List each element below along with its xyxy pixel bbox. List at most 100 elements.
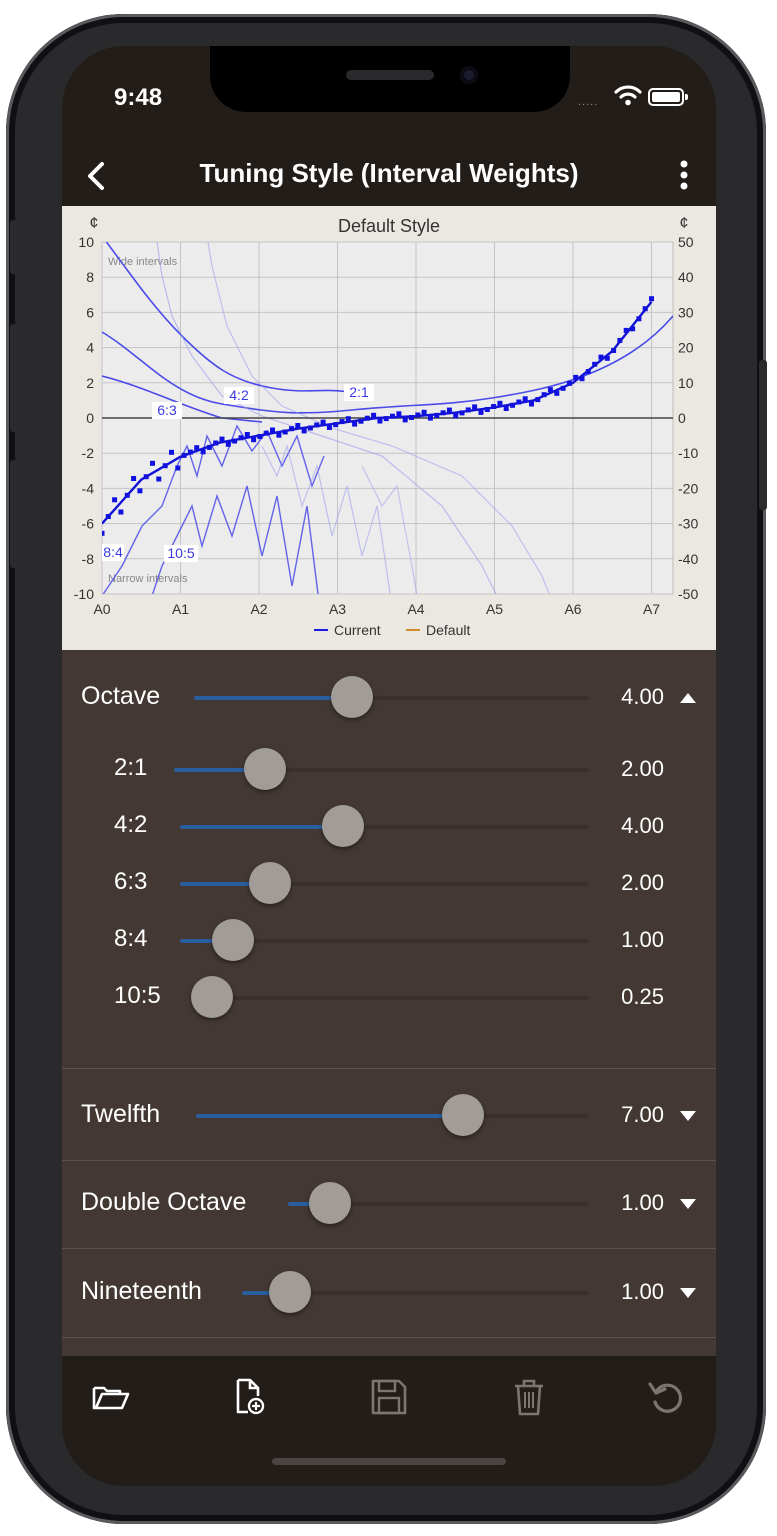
octave-sub-8-4-label: 8:4 [114,925,148,952]
octave-sub-10-5-value: 0.25 [621,984,664,1009]
octave-sub-8-4-row: 8:4 1.00 [62,909,716,969]
double-octave-label: Double Octave [81,1188,247,1216]
left-tick-label: -8 [82,551,95,567]
current-point [402,417,408,423]
status-time: 9:48 [114,84,163,111]
octave-row: Octave 4.00 [62,666,716,726]
nineteenth-value: 1.00 [621,1279,664,1304]
trash-icon[interactable] [508,1376,550,1418]
octave-sub-4-2-label: 4:2 [114,811,148,838]
chart-legend: Current Default [314,622,470,638]
twelfth-slider[interactable] [196,1114,588,1118]
svg-text:10:5: 10:5 [167,545,194,561]
new-file-icon[interactable] [228,1376,270,1418]
current-point [169,449,174,455]
nineteenth-expand-icon[interactable] [680,1288,696,1298]
octave-value: 4.00 [621,684,664,709]
section-divider [62,1248,716,1249]
battery-icon [648,88,688,106]
left-unit-label: ¢ [90,215,99,232]
double-octave-row: Double Octave 1.00 [62,1172,716,1232]
left-tick-label: 0 [86,410,94,426]
power-button [759,360,767,510]
cellular-signal: ..... [578,96,599,108]
legend-current-label: Current [334,622,381,638]
interval-label-8-4: 8:4 [102,544,124,561]
octave-collapse-icon[interactable] [680,693,696,703]
octave-sub-4-2-value: 4.00 [621,813,664,838]
octave-sub-6-3-slider-thumb[interactable] [249,862,291,904]
octave-sub-10-5-row: 10:5 0.25 [62,966,716,1026]
octave-slider-fill [194,696,352,700]
x-tick-label: A7 [643,601,660,617]
octave-sub-2-1-row: 2:1 2.00 [62,738,716,798]
x-tick-label: A2 [250,601,267,617]
right-tick-label: -10 [678,445,698,461]
left-tick-label: 10 [78,234,94,250]
twelfth-expand-icon[interactable] [680,1111,696,1121]
left-tick-label: 8 [86,269,94,285]
right-tick-label: 0 [678,410,686,426]
x-tick-label: A4 [407,601,424,617]
left-tick-label: -2 [82,445,95,461]
octave-label: Octave [81,682,161,710]
octave-sub-4-2-slider-thumb[interactable] [322,805,364,847]
section-divider [62,1160,716,1161]
octave-sub-10-5-slider-thumb[interactable] [191,976,233,1018]
octave-slider-thumb[interactable] [331,676,373,718]
octave-sub-2-1-slider[interactable] [174,768,588,772]
chart-svg: ¢ Default Style ¢ 1086420-2-4-6-8-10 504… [74,215,699,638]
front-camera [460,66,478,84]
folder-open-icon[interactable] [90,1376,132,1418]
octave-sub-2-1-value: 2.00 [621,756,664,781]
left-tick-label: -4 [82,480,95,496]
earpiece-speaker [346,70,434,80]
current-point [427,415,433,421]
volume-up-button [10,324,18,432]
current-point [453,413,459,419]
octave-sub-2-1-label: 2:1 [114,754,148,781]
nineteenth-label: Nineteenth [81,1277,202,1305]
octave-sub-8-4-slider-thumb[interactable] [212,919,254,961]
left-tick-label: 6 [86,304,94,320]
nineteenth-slider-thumb[interactable] [269,1271,311,1313]
octave-sub-2-1-slider-thumb[interactable] [244,748,286,790]
right-tick-label: -20 [678,480,698,496]
octave-sub-6-3-slider[interactable] [180,882,588,886]
current-point [175,465,181,471]
x-tick-label: A3 [329,601,346,617]
octave-sub-6-3-value: 2.00 [621,870,664,895]
double-octave-expand-icon[interactable] [680,1199,696,1209]
wifi-icon [614,85,642,106]
interval-label-10-5: 10:5 [164,545,198,562]
twelfth-slider-thumb[interactable] [442,1094,484,1136]
reset-icon[interactable] [646,1376,688,1418]
save-icon[interactable] [368,1376,410,1418]
more-options-icon[interactable] [674,158,694,192]
weights-panel: Octave 4.00 2:1 2.00 4:2 4.00 6:3 2.00 8:4 1.00 10… [62,650,716,1356]
interval-label-4-2: 4:2 [224,387,254,404]
right-tick-label: 30 [678,304,694,320]
screen: 9:48 ..... Tuning Style (Interval Weight… [62,46,716,1486]
octave-sub-4-2-slider-fill [180,825,343,829]
current-point [102,530,105,536]
current-point [137,488,143,494]
left-axis-ticks: 10 8 6 4 2 0 -2 -4 -6 -8 -10 [74,234,94,602]
right-tick-label: 40 [678,269,694,285]
octave-sub-10-5-slider[interactable] [192,996,588,1000]
current-point [150,460,155,466]
left-tick-label: 4 [86,340,94,356]
octave-slider[interactable] [194,696,588,700]
right-unit-label: ¢ [680,215,689,232]
octave-sub-6-3-label: 6:3 [114,868,148,895]
current-point [421,409,427,415]
octave-sub-4-2-row: 4:2 4.00 [62,795,716,855]
back-icon[interactable] [78,156,118,196]
mute-switch [10,220,18,274]
left-tick-label: -6 [82,516,95,532]
x-tick-label: A6 [564,601,581,617]
double-octave-slider-thumb[interactable] [309,1182,351,1224]
octave-sub-4-2-slider[interactable] [180,825,588,829]
right-tick-label: 50 [678,234,694,250]
right-tick-label: -50 [678,586,698,602]
